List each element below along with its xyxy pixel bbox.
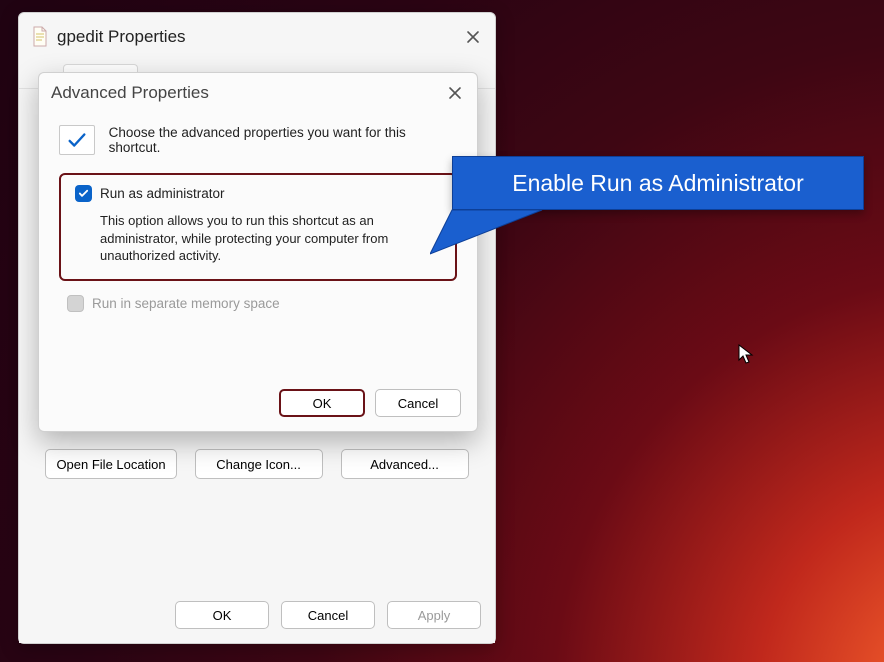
advanced-hint-row: Choose the advanced properties you want … [59, 125, 457, 155]
advanced-properties-dialog: Advanced Properties Choose the advanced … [38, 72, 478, 432]
open-file-location-button[interactable]: Open File Location [45, 449, 176, 479]
properties-footer: OK Cancel Apply [33, 589, 481, 643]
advanced-body: Choose the advanced properties you want … [39, 113, 477, 379]
advanced-footer: OK Cancel [39, 379, 477, 431]
advanced-title: Advanced Properties [51, 83, 445, 103]
advanced-titlebar: Advanced Properties [39, 73, 477, 113]
run-as-admin-checkbox[interactable] [75, 185, 92, 202]
window-title: gpedit Properties [57, 27, 463, 47]
change-icon-button[interactable]: Change Icon... [195, 449, 323, 479]
run-as-admin-description: This option allows you to run this short… [100, 212, 441, 265]
titlebar: gpedit Properties [19, 13, 495, 57]
advanced-ok-button[interactable]: OK [279, 389, 365, 417]
checkmark-icon [59, 125, 95, 155]
properties-cancel-button[interactable]: Cancel [281, 601, 375, 629]
run-as-admin-label[interactable]: Run as administrator [100, 186, 225, 201]
properties-ok-button[interactable]: OK [175, 601, 269, 629]
advanced-button[interactable]: Advanced... [341, 449, 469, 479]
advanced-cancel-button[interactable]: Cancel [375, 389, 461, 417]
shortcut-buttons-row: Open File Location Change Icon... Advanc… [33, 449, 481, 479]
run-separate-memory-row: Run in separate memory space [67, 295, 457, 312]
annotation-callout-text: Enable Run as Administrator [512, 170, 804, 197]
advanced-close-button[interactable] [445, 83, 465, 103]
document-icon [31, 26, 49, 48]
advanced-hint-text: Choose the advanced properties you want … [109, 125, 457, 155]
cursor-icon [738, 344, 754, 366]
run-separate-memory-label: Run in separate memory space [92, 296, 280, 311]
annotation-callout: Enable Run as Administrator [452, 156, 864, 210]
properties-apply-button: Apply [387, 601, 481, 629]
close-button[interactable] [463, 27, 483, 47]
run-as-admin-row[interactable]: Run as administrator [75, 185, 441, 202]
run-separate-memory-checkbox [67, 295, 84, 312]
run-as-admin-group: Run as administrator This option allows … [59, 173, 457, 281]
